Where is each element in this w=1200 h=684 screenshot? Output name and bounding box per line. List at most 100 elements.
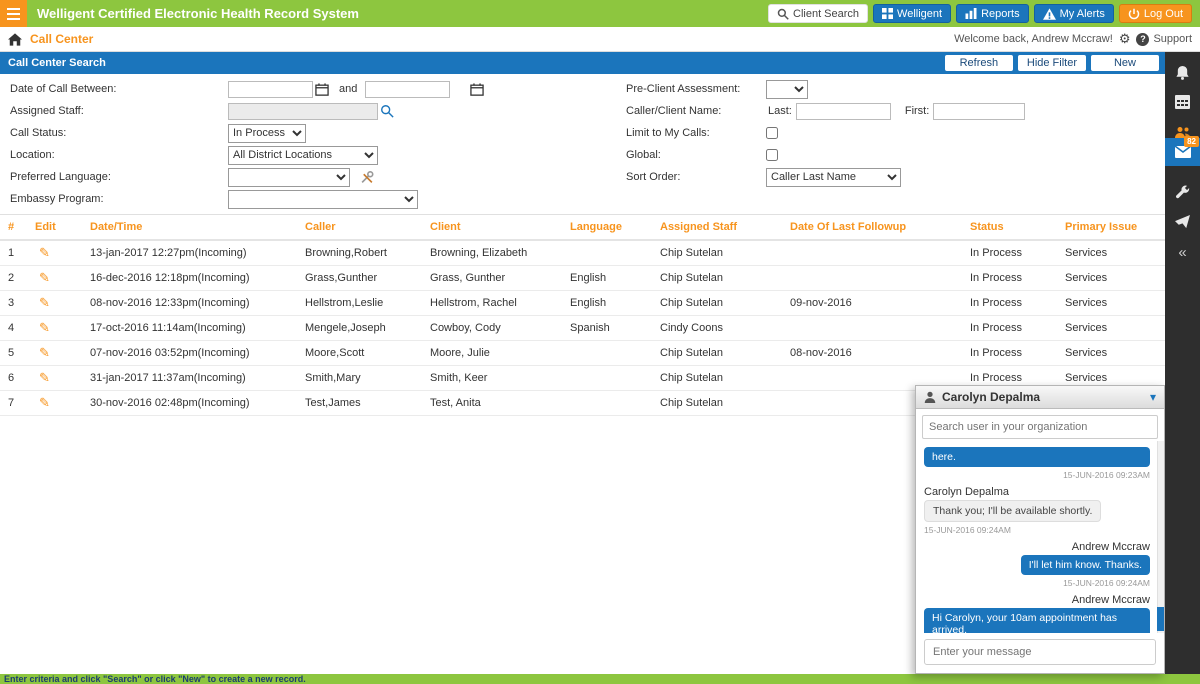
edit-icon[interactable]: ✎ <box>32 395 50 411</box>
row-num: 5 <box>0 347 27 359</box>
global-checkbox[interactable] <box>766 149 778 161</box>
edit-icon[interactable]: ✎ <box>32 320 50 336</box>
edit-icon[interactable]: ✎ <box>32 270 50 286</box>
message-sender: Carolyn Depalma <box>924 486 1150 498</box>
topbar-actions: Client Search Welligent Reports My Alert… <box>768 4 1200 23</box>
chat-user-search-input[interactable] <box>922 415 1158 439</box>
sort-order-select[interactable]: Caller Last Name <box>766 168 901 187</box>
statusbar: Enter criteria and click "Search" or cli… <box>0 674 1200 684</box>
hide-filter-button[interactable]: Hide Filter <box>1018 55 1086 71</box>
edit-icon[interactable]: ✎ <box>32 370 50 386</box>
chat-scrollbar[interactable] <box>1157 441 1164 633</box>
row-client: Cowboy, Cody <box>425 322 565 334</box>
row-status: In Process <box>965 297 1060 309</box>
new-button[interactable]: New <box>1091 55 1159 71</box>
row-status: In Process <box>965 372 1060 384</box>
menu-icon[interactable] <box>0 0 27 27</box>
embassy-program-label: Embassy Program: <box>0 193 228 205</box>
support-link[interactable]: ? Support <box>1136 33 1192 46</box>
row-client: Moore, Julie <box>425 347 565 359</box>
col-staff[interactable]: Assigned Staff <box>655 221 785 233</box>
first-name-input[interactable] <box>933 103 1025 120</box>
chat-header[interactable]: Carolyn Depalma ▾ <box>916 386 1164 409</box>
edit-icon[interactable]: ✎ <box>32 295 50 311</box>
row-caller: Browning,Robert <box>300 247 425 259</box>
date-from-input[interactable] <box>228 81 313 98</box>
home-icon[interactable] <box>8 33 22 46</box>
embassy-program-select[interactable] <box>228 190 418 209</box>
collapse-icon[interactable]: « <box>1165 238 1200 266</box>
message-timestamp: 15-JUN-2016 09:24AM <box>924 578 1150 588</box>
message-sender: Andrew Mccraw <box>924 541 1150 553</box>
chat-scrollbar-thumb[interactable] <box>1157 607 1164 631</box>
row-num: 2 <box>0 272 27 284</box>
chat-message-input[interactable] <box>924 639 1156 665</box>
paper-plane-icon[interactable] <box>1165 208 1200 236</box>
reports-button[interactable]: Reports <box>956 4 1029 23</box>
edit-icon[interactable]: ✎ <box>32 245 50 261</box>
calendar-icon[interactable] <box>1165 88 1200 116</box>
row-staff: Chip Sutelan <box>655 397 785 409</box>
col-status[interactable]: Status <box>965 221 1060 233</box>
welligent-app: Welligent Certified Electronic Health Re… <box>0 0 1200 684</box>
row-staff: Chip Sutelan <box>655 372 785 384</box>
pre-client-assessment-select[interactable] <box>766 80 808 99</box>
wrench-icon[interactable] <box>1165 178 1200 206</box>
limit-my-calls-checkbox[interactable] <box>766 127 778 139</box>
chat-contact-name: Carolyn Depalma <box>942 390 1040 404</box>
location-label: Location: <box>0 149 228 161</box>
table-row: 1 ✎ 13-jan-2017 12:27pm(Incoming) Browni… <box>0 241 1165 266</box>
row-status: In Process <box>965 322 1060 334</box>
call-status-select[interactable]: In Process <box>228 124 306 143</box>
date-to-input[interactable] <box>365 81 450 98</box>
pre-client-assessment-label: Pre-Client Assessment: <box>618 83 766 95</box>
preferred-language-select[interactable] <box>228 168 350 187</box>
client-search-button[interactable]: Client Search <box>768 4 868 23</box>
toolbar-actions: Refresh Hide Filter New <box>945 55 1165 71</box>
col-client[interactable]: Client <box>425 221 565 233</box>
my-alerts-button[interactable]: My Alerts <box>1034 4 1114 23</box>
edit-icon[interactable]: ✎ <box>32 345 50 361</box>
gear-icon[interactable]: ⚙ <box>1119 31 1131 47</box>
tools-icon[interactable] <box>358 171 376 184</box>
chevron-down-icon[interactable]: ▾ <box>1150 390 1156 404</box>
preferred-language-label: Preferred Language: <box>0 171 228 183</box>
row-caller: Test,James <box>300 397 425 409</box>
chat-message: Hi Carolyn, your 10am appointment has ar… <box>924 608 1150 633</box>
location-select[interactable]: All District Locations <box>228 146 378 165</box>
date-to-calendar-icon[interactable] <box>468 83 486 96</box>
row-language: Spanish <box>565 322 655 334</box>
staff-search-icon[interactable] <box>378 104 396 118</box>
table-row: 2 ✎ 16-dec-2016 12:18pm(Incoming) Grass,… <box>0 266 1165 291</box>
row-status: In Process <box>965 347 1060 359</box>
col-language[interactable]: Language <box>565 221 655 233</box>
limit-my-calls-label: Limit to My Calls: <box>618 127 766 139</box>
row-datetime: 07-nov-2016 03:52pm(Incoming) <box>82 347 300 359</box>
assigned-staff-input[interactable] <box>228 103 378 120</box>
power-icon <box>1128 8 1140 20</box>
col-datetime[interactable]: Date/Time <box>82 221 300 233</box>
global-label: Global: <box>618 149 766 161</box>
table-row: 4 ✎ 17-oct-2016 11:14am(Incoming) Mengel… <box>0 316 1165 341</box>
row-client: Hellstrom, Rachel <box>425 297 565 309</box>
col-followup[interactable]: Date Of Last Followup <box>785 221 965 233</box>
search-icon <box>777 8 789 20</box>
date-from-calendar-icon[interactable] <box>313 83 331 96</box>
row-issue: Services <box>1060 347 1165 359</box>
refresh-button[interactable]: Refresh <box>945 55 1013 71</box>
col-caller[interactable]: Caller <box>300 221 425 233</box>
filter-panel: Date of Call Between: and Assigned Staff… <box>0 74 1165 214</box>
warning-icon <box>1043 8 1056 20</box>
row-followup: 08-nov-2016 <box>785 347 965 359</box>
row-datetime: 31-jan-2017 11:37am(Incoming) <box>82 372 300 384</box>
welligent-button[interactable]: Welligent <box>873 4 951 23</box>
topbar: Welligent Certified Electronic Health Re… <box>0 0 1200 27</box>
log-out-button[interactable]: Log Out <box>1119 4 1192 23</box>
row-datetime: 08-nov-2016 12:33pm(Incoming) <box>82 297 300 309</box>
bell-icon[interactable] <box>1165 58 1200 86</box>
row-datetime: 13-jan-2017 12:27pm(Incoming) <box>82 247 300 259</box>
last-name-input[interactable] <box>796 103 891 120</box>
section-toolbar: Call Center Search Refresh Hide Filter N… <box>0 52 1165 74</box>
col-issue[interactable]: Primary Issue <box>1060 221 1165 233</box>
row-num: 1 <box>0 247 27 259</box>
